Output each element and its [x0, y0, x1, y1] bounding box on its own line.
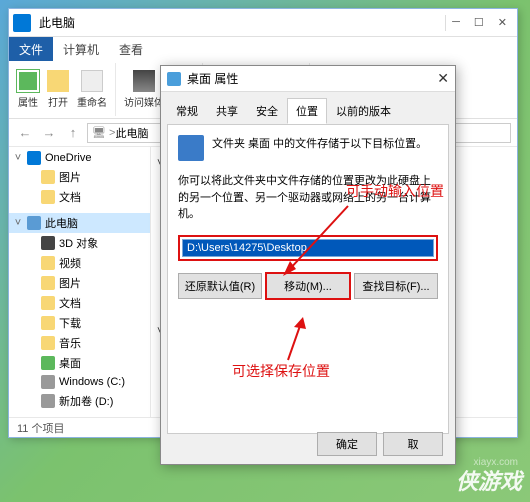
nav-up-icon[interactable]: ↑: [63, 123, 83, 143]
sidebar-item-downloads[interactable]: 下载: [9, 313, 150, 333]
dialog-titlebar: 桌面 属性 ✕: [161, 66, 455, 92]
properties-dialog: 桌面 属性 ✕ 常规 共享 安全 位置 以前的版本 文件夹 桌面 中的文件存储于…: [160, 65, 456, 465]
tab-share[interactable]: 共享: [207, 98, 247, 124]
sidebar-item-newd[interactable]: 新加卷 (D:): [9, 391, 150, 411]
sidebar-item-3dobjects[interactable]: 3D 对象: [9, 233, 150, 253]
sidebar-item-pictures[interactable]: 图片: [9, 167, 150, 187]
titlebar: 此电脑 ─ ☐ ✕: [9, 9, 517, 37]
ribbon-open[interactable]: 打开: [47, 70, 69, 109]
tab-location[interactable]: 位置: [287, 98, 327, 124]
sidebar-item-thispc[interactable]: ˅此电脑: [9, 213, 150, 233]
tab-general[interactable]: 常规: [167, 98, 207, 124]
watermark: 侠侠游戏游戏: [456, 464, 522, 496]
menubar: 文件 计算机 查看: [9, 37, 517, 61]
tab-content: 文件夹 桌面 中的文件存储于以下目标位置。 你可以将此文件夹中文件存储的位置更改…: [167, 124, 449, 434]
find-target-button[interactable]: 查找目标(F)...: [354, 273, 438, 299]
status-count: 11 个项目: [17, 423, 64, 435]
cancel-button[interactable]: 取: [383, 432, 443, 456]
dialog-icon: [167, 72, 181, 86]
tabstrip: 常规 共享 安全 位置 以前的版本: [161, 92, 455, 124]
tab-security[interactable]: 安全: [247, 98, 287, 124]
menu-view[interactable]: 查看: [109, 37, 153, 61]
sidebar-item-pictures2[interactable]: 图片: [9, 273, 150, 293]
nav-back-icon[interactable]: ←: [15, 123, 35, 143]
sidebar-item-documents[interactable]: 文档: [9, 187, 150, 207]
app-icon: [13, 14, 31, 32]
tab-previous[interactable]: 以前的版本: [327, 98, 400, 124]
ok-button[interactable]: 确定: [317, 432, 377, 456]
sidebar-item-music[interactable]: 音乐: [9, 333, 150, 353]
arrow-icon: [276, 315, 316, 365]
location-path-input[interactable]: [182, 239, 434, 257]
dialog-title: 桌面 属性: [187, 70, 437, 87]
minimize-icon[interactable]: ─: [452, 16, 460, 29]
path-highlight: [178, 235, 438, 261]
sidebar-item-onedrive[interactable]: ˅OneDrive: [9, 149, 150, 167]
folder-icon: [178, 135, 204, 161]
nav-forward-icon[interactable]: →: [39, 123, 59, 143]
menu-computer[interactable]: 计算机: [53, 37, 109, 61]
restore-default-button[interactable]: 还原默认值(R): [178, 273, 262, 299]
ribbon-media[interactable]: 访问媒体: [124, 70, 164, 109]
annotation-select: 可选择保存位置: [232, 361, 330, 381]
ribbon-properties[interactable]: 属性: [17, 70, 39, 109]
close-icon[interactable]: ✕: [498, 16, 507, 29]
sidebar-item-videos[interactable]: 视频: [9, 253, 150, 273]
menu-file[interactable]: 文件: [9, 37, 53, 61]
ribbon-rename[interactable]: 重命名: [77, 70, 107, 109]
sidebar-item-winc[interactable]: Windows (C:): [9, 373, 150, 391]
sidebar: ˅OneDrive 图片 文档 ˅此电脑 3D 对象 视频 图片 文档 下载 音…: [9, 147, 151, 417]
close-icon[interactable]: ✕: [437, 70, 449, 87]
location-description: 文件夹 桌面 中的文件存储于以下目标位置。: [212, 135, 427, 161]
sidebar-item-docs2[interactable]: 文档: [9, 293, 150, 313]
annotation-input: 可手动输入位置: [346, 181, 444, 201]
window-title: 此电脑: [39, 14, 439, 31]
maximize-icon[interactable]: ☐: [474, 16, 484, 29]
move-button[interactable]: 移动(M)...: [266, 273, 350, 299]
sidebar-item-desktop[interactable]: 桌面: [9, 353, 150, 373]
